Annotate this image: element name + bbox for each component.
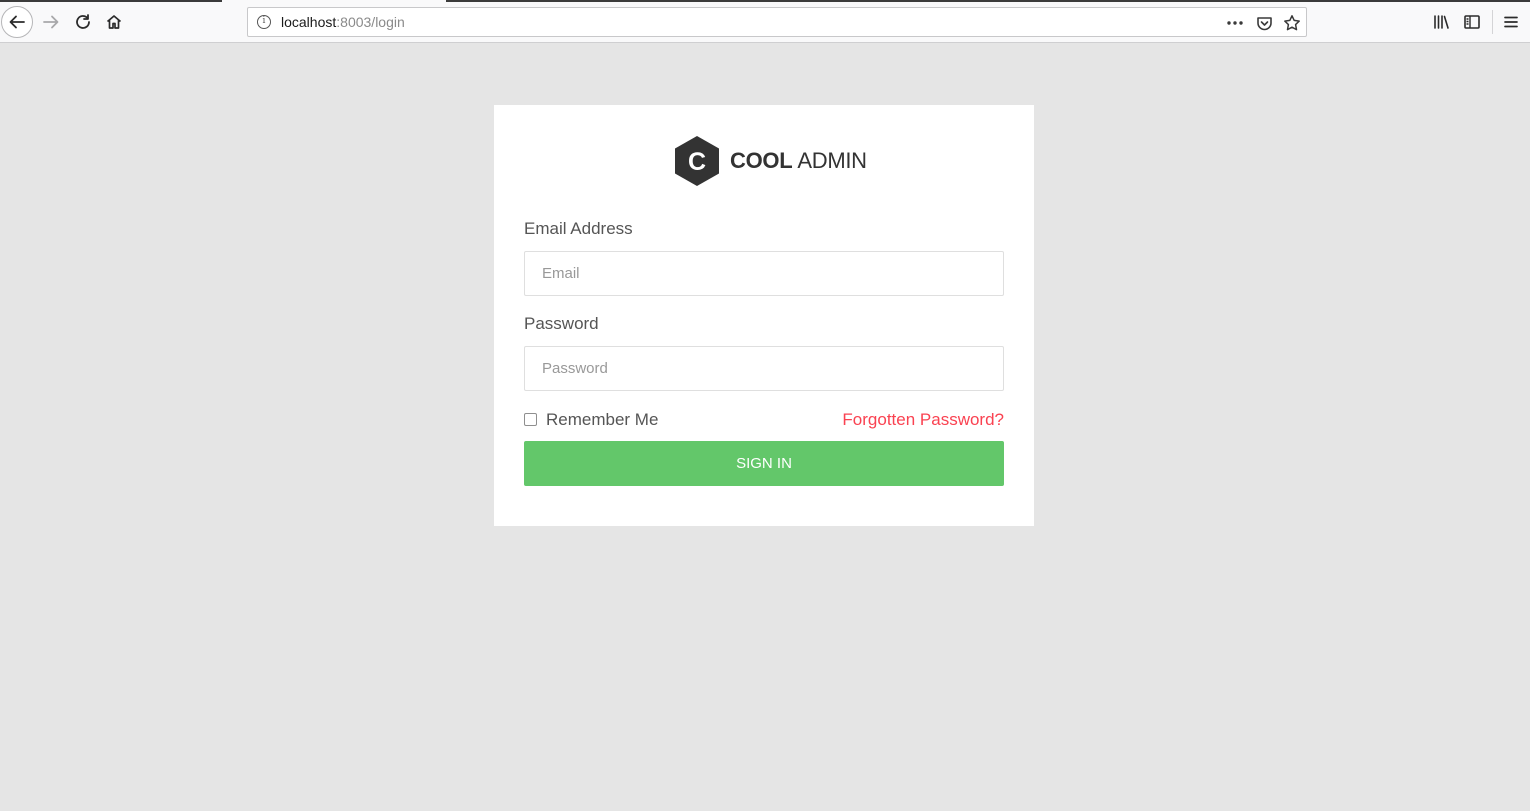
tab-strip-edge [0,0,222,2]
email-label: Email Address [524,219,633,238]
info-icon[interactable]: i [257,15,271,29]
menu-button[interactable] [1498,8,1524,36]
library-button[interactable] [1428,8,1454,36]
reload-icon [76,14,90,29]
password-label: Password [524,314,599,333]
library-icon [1434,15,1449,29]
remember-me[interactable]: Remember Me [524,410,658,430]
forgot-password-link[interactable]: Forgotten Password? [842,410,1004,430]
more-dots-icon[interactable] [1224,12,1246,34]
hexagon-logo-icon: C [675,136,719,186]
logo[interactable]: C COOL ADMIN [674,135,867,187]
toolbar-separator [1492,10,1493,34]
address-bar[interactable]: i localhost:8003/login [247,7,1307,37]
logo-wordmark: COOL ADMIN [730,148,867,174]
hamburger-menu-icon [1504,16,1518,28]
remember-label[interactable]: Remember Me [546,410,658,430]
back-arrow-icon [9,15,25,29]
forward-button[interactable] [38,8,64,36]
pocket-icon[interactable] [1253,12,1275,34]
logo-word-bold: COOL [730,148,793,173]
sign-in-button[interactable]: SIGN IN [524,441,1004,486]
url-text[interactable]: localhost:8003/login [281,14,405,30]
logo-word-regular: ADMIN [797,148,867,173]
logo-mark-letter: C [688,148,706,176]
remember-checkbox[interactable] [524,412,537,426]
back-button[interactable] [1,6,33,38]
password-input[interactable] [524,346,1004,391]
sidebar-button[interactable] [1459,8,1485,36]
tab-strip-edge [446,0,1530,2]
url-host: localhost [281,14,337,30]
reload-button[interactable] [70,8,96,36]
email-input[interactable] [524,251,1004,296]
url-path: :8003/login [336,14,405,30]
home-icon [106,15,122,29]
home-button[interactable] [100,8,128,36]
login-card: C COOLADMIN Email Address Password Remem… [494,105,1034,526]
star-icon[interactable] [1281,12,1303,34]
sidebar-icon [1464,15,1480,29]
browser-toolbar: i localhost:8003/login [0,0,1530,43]
forward-arrow-icon [43,15,59,29]
